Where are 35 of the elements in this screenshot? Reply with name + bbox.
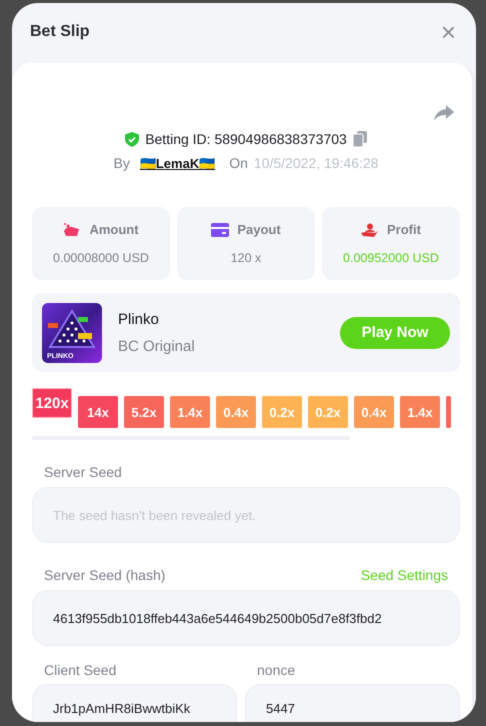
stat-label: Payout xyxy=(237,222,281,237)
field-label: Server Seed xyxy=(44,464,122,480)
verified-shield-icon xyxy=(125,132,140,146)
nonce-field[interactable]: 5447 xyxy=(245,684,460,722)
betting-id: Betting ID: 58904986838373703 xyxy=(145,131,347,147)
multiplier-slot: 0.2x xyxy=(262,396,302,428)
multiplier-slot: 0.4x xyxy=(354,396,394,428)
hand-person-icon xyxy=(361,222,380,236)
copy-icon[interactable] xyxy=(352,131,367,147)
by-label: By xyxy=(114,155,130,171)
on-label: On xyxy=(229,155,248,171)
multiplier-slot: 0.4x xyxy=(216,396,256,428)
multiplier-slot: 0.2x xyxy=(308,396,348,428)
multiplier-slot: 1.4x xyxy=(170,396,210,428)
multiplier-slot: 1.4x xyxy=(400,396,440,428)
field-label: Server Seed (hash) xyxy=(44,567,166,583)
stat-label: Profit xyxy=(387,222,421,237)
multiplier-slot: 120x xyxy=(32,388,72,418)
field-label: Client Seed xyxy=(44,662,116,678)
stat-label: Amount xyxy=(89,222,139,237)
stat-value: 0.00952000 USD xyxy=(343,251,439,265)
bet-date: 10/5/2022, 19:46:28 xyxy=(254,155,378,171)
share-icon[interactable] xyxy=(434,105,454,121)
field-label: nonce xyxy=(257,662,296,678)
stat-value: 0.00008000 USD xyxy=(53,251,149,265)
multiplier-slot: 5.2x xyxy=(124,396,164,428)
card-icon xyxy=(211,222,230,236)
client-seed-field[interactable]: Jrb1pAmHR8iBwwtbiKk xyxy=(32,684,237,722)
multiplier-slot: 14x xyxy=(78,396,118,428)
user-link[interactable]: 🇺🇦LemaK🇺🇦 xyxy=(140,156,216,170)
game-name: Plinko xyxy=(118,310,160,328)
dialog-title: Bet Slip xyxy=(30,23,90,41)
stat-value: 120 x xyxy=(230,251,262,265)
game-provider: BC Original xyxy=(118,338,196,354)
server-seed-hash-field[interactable]: 4613f955db1018ffeb443a6e544649b2500b05d7e8f3fbd2 xyxy=(32,590,460,646)
